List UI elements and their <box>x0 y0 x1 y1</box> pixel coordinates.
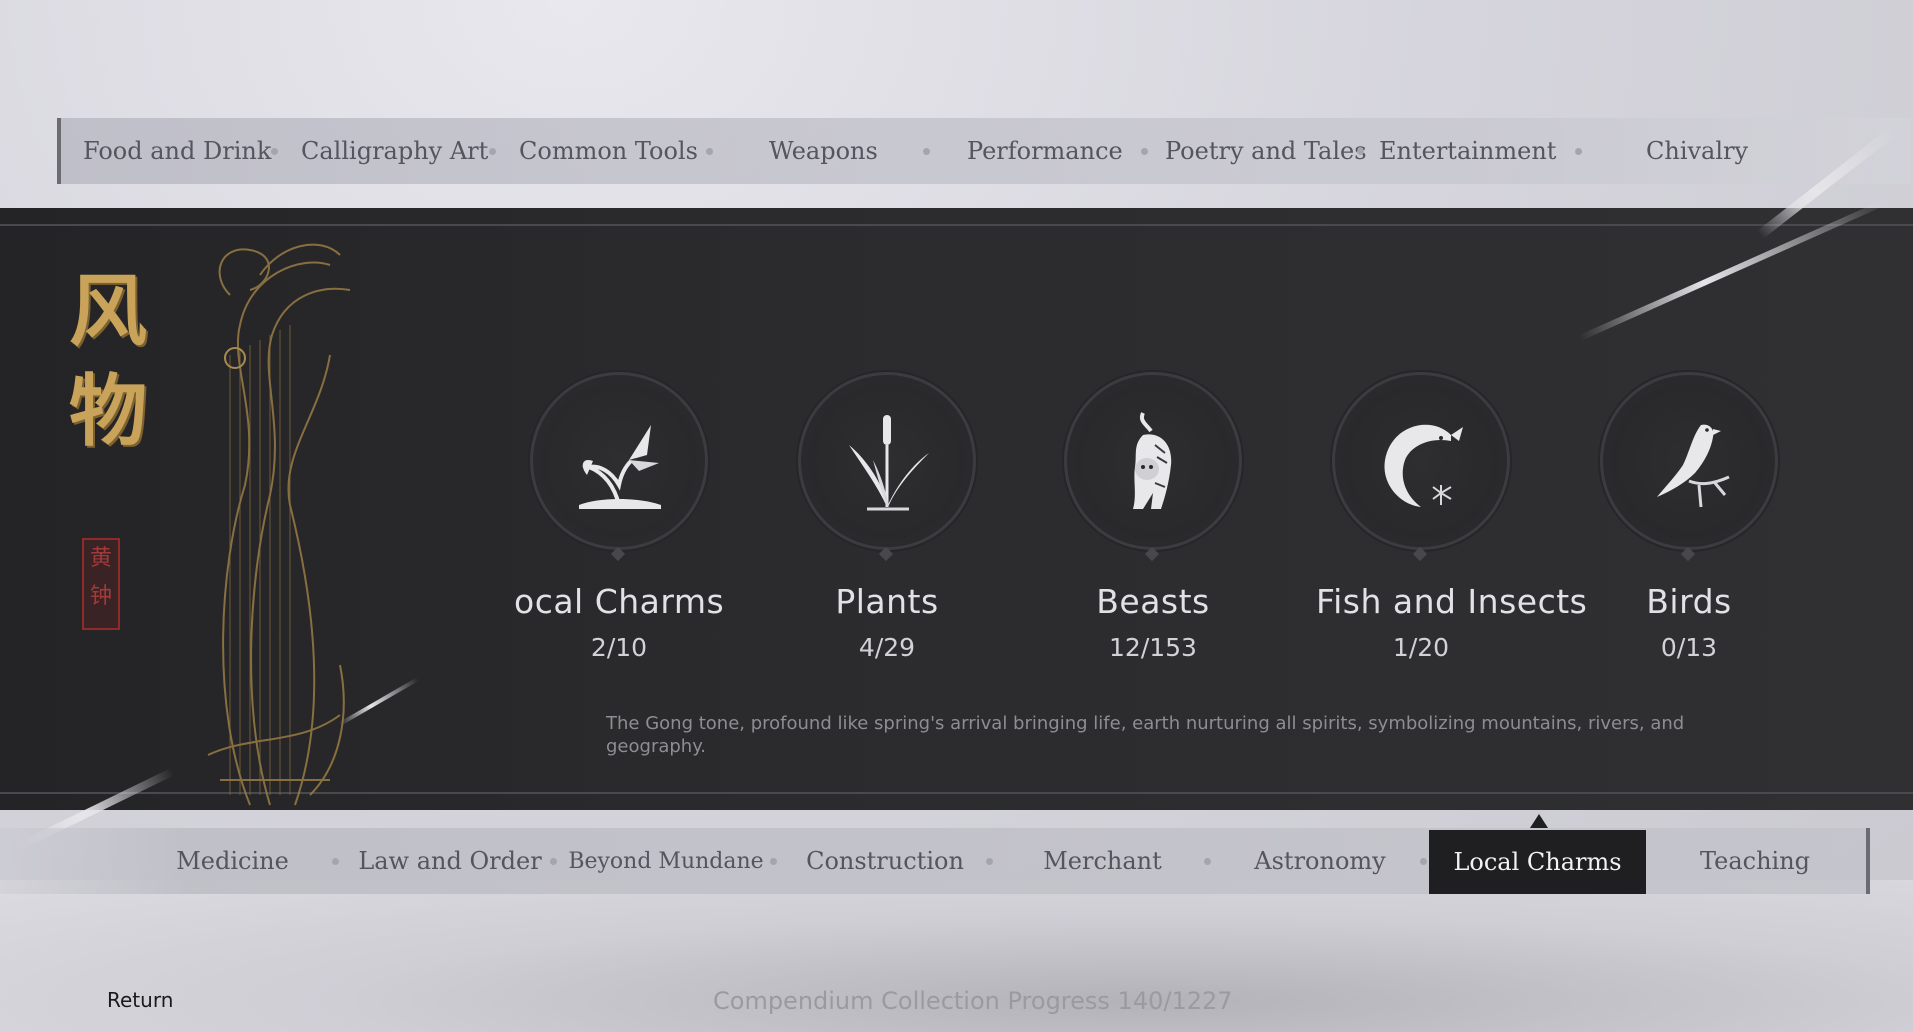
separator-dot <box>706 148 713 155</box>
tab-common-tools[interactable]: Common Tools <box>519 118 698 184</box>
separator-dot <box>770 858 777 865</box>
red-seal-stamp: 黄 钟 <box>82 538 120 630</box>
ring-diamond-marker <box>1680 546 1696 562</box>
separator-dot <box>923 148 930 155</box>
active-tab-caret-icon <box>1530 814 1548 828</box>
separator-dot <box>550 858 557 865</box>
category-name: Plants <box>835 582 939 621</box>
tab-law-and-order[interactable]: Law and Order <box>358 828 541 894</box>
title-calligraphy: 风 物 <box>48 262 168 462</box>
ring-diamond-marker <box>878 546 894 562</box>
separator-dot <box>271 148 278 155</box>
return-button[interactable]: Return <box>107 988 173 1012</box>
category-count: 4/29 <box>858 633 916 662</box>
category-name: Beasts <box>1096 582 1210 621</box>
fish-dragonfly-icon <box>1384 424 1463 507</box>
calligraphy-char: 物 <box>68 366 147 457</box>
tab-performance[interactable]: Performance <box>967 118 1123 184</box>
reed-plant-icon <box>849 415 929 511</box>
category-icon-ring <box>1064 372 1242 562</box>
category-card-birds[interactable]: Birds 0/13 <box>1584 372 1794 662</box>
category-card-beasts[interactable]: Beasts 12/153 <box>1048 372 1258 662</box>
category-description: The Gong tone, profound like spring's ar… <box>606 713 1685 757</box>
seal-char: 黄 <box>89 546 112 571</box>
tab-poetry-and-tales[interactable]: Poetry and Tales <box>1165 118 1367 184</box>
separator-dot <box>986 858 993 865</box>
category-icon-ring <box>798 372 976 562</box>
bottom-category-bar: Medicine Law and Order Beyond Mundane Co… <box>0 828 1870 894</box>
ring-diamond-marker <box>1144 546 1160 562</box>
category-count: 12/153 <box>1109 633 1197 662</box>
separator-dot <box>1141 148 1148 155</box>
separator-dot <box>1204 858 1211 865</box>
category-count: 2/10 <box>590 633 648 662</box>
divider-line <box>0 224 1913 226</box>
category-name: ocal Charms <box>514 582 725 621</box>
category-icon-ring <box>1332 372 1510 562</box>
tiger-icon <box>1133 412 1172 509</box>
category-icon-ring <box>530 372 708 562</box>
tab-chivalry[interactable]: Chivalry <box>1646 118 1748 184</box>
category-name: Fish and Insects <box>1316 582 1588 621</box>
category-icon-ring <box>1600 372 1778 562</box>
butterfly-flower-icon <box>579 425 661 509</box>
category-card-plants[interactable]: Plants 4/29 <box>782 372 992 662</box>
ring-diamond-marker <box>610 546 626 562</box>
category-name: Birds <box>1646 582 1732 621</box>
ring-diamond-marker <box>1412 546 1428 562</box>
category-count: 0/13 <box>1660 633 1718 662</box>
separator-dot <box>1575 148 1582 155</box>
tab-construction[interactable]: Construction <box>790 828 980 894</box>
category-card-local-charms[interactable]: ocal Charms 2/10 <box>514 372 724 662</box>
tab-merchant[interactable]: Merchant <box>1010 828 1195 894</box>
tab-medicine[interactable]: Medicine <box>150 828 315 894</box>
separator-dot <box>1357 148 1364 155</box>
category-card-fish-and-insects[interactable]: Fish and Insects 1/20 <box>1316 372 1588 662</box>
bird-on-branch-icon <box>1657 424 1730 508</box>
calligraphy-char: 风 <box>68 266 147 357</box>
tab-astronomy[interactable]: Astronomy <box>1230 828 1410 894</box>
tab-teaching[interactable]: Teaching <box>1660 828 1850 894</box>
collection-progress-text: Compendium Collection Progress 140/1227 <box>713 987 1233 1015</box>
separator-dot <box>1420 858 1427 865</box>
category-count: 1/20 <box>1392 633 1450 662</box>
tab-calligraphy-art[interactable]: Calligraphy Art <box>301 118 488 184</box>
tab-beyond-mundane[interactable]: Beyond Mundane <box>566 828 766 894</box>
tab-weapons[interactable]: Weapons <box>769 118 878 184</box>
tab-entertainment[interactable]: Entertainment <box>1379 118 1556 184</box>
tab-local-charms[interactable]: Local Charms <box>1429 830 1646 894</box>
separator-dot <box>332 858 339 865</box>
top-category-bar: Food and Drink Calligraphy Art Common To… <box>57 118 1911 184</box>
seal-char: 钟 <box>89 584 112 609</box>
separator-dot <box>489 148 496 155</box>
golden-harp-illustration <box>207 243 351 806</box>
tab-food-and-drink[interactable]: Food and Drink <box>83 118 271 184</box>
